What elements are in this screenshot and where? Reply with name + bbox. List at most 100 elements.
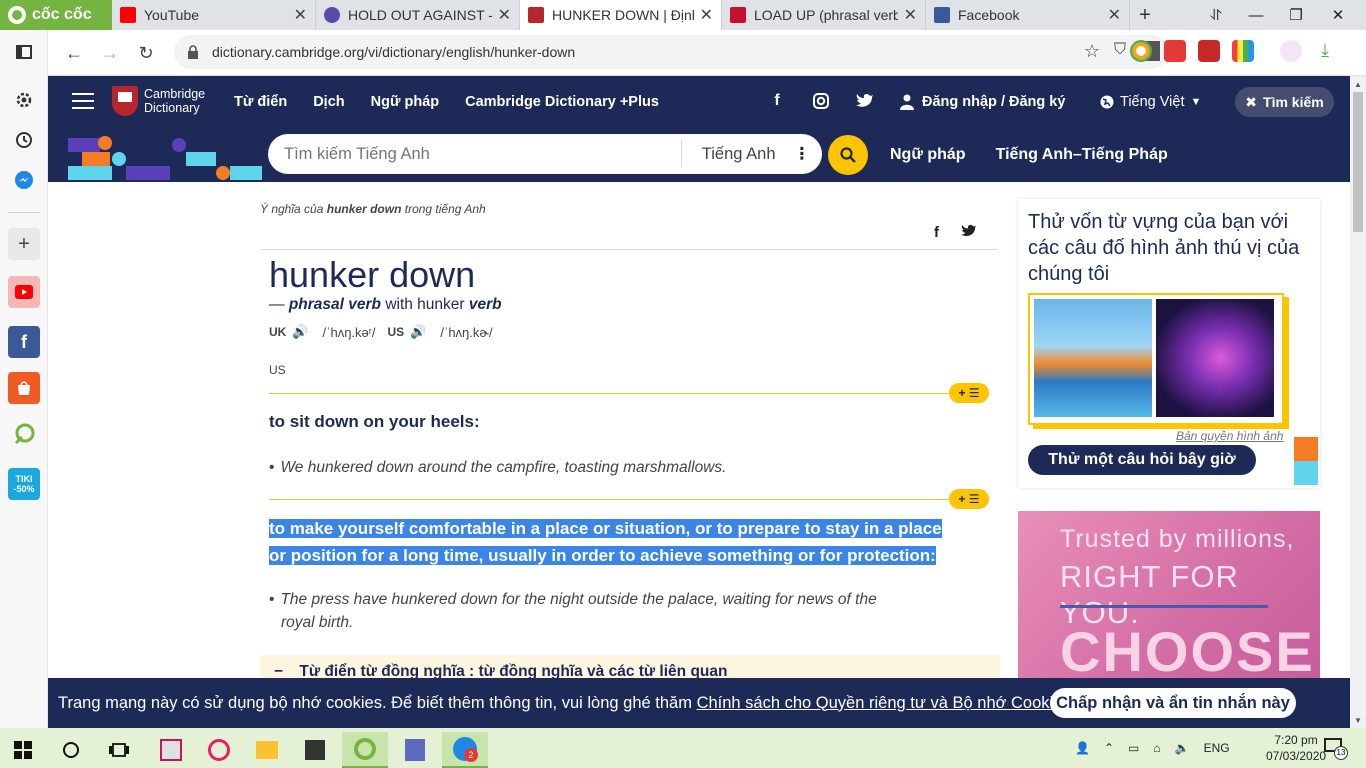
zalo-icon[interactable]: 2: [442, 732, 488, 768]
coccoc-taskbar-icon[interactable]: [342, 732, 388, 768]
close-icon[interactable]: ✕: [700, 5, 713, 25]
facebook-share-icon[interactable]: f: [934, 224, 939, 242]
sticky-notes-icon[interactable]: [292, 732, 338, 768]
close-icon[interactable]: ✕: [1108, 5, 1121, 25]
back-icon[interactable]: ←: [56, 35, 92, 71]
accept-cookies-button[interactable]: Chấp nhận và ẩn tin nhắn này: [1050, 688, 1296, 718]
instagram-icon[interactable]: [812, 92, 830, 110]
scroll-up-icon[interactable]: ▲: [1350, 76, 1366, 92]
header-search-label: Tìm kiếm: [1263, 94, 1324, 110]
close-icon[interactable]: ✕: [904, 5, 917, 25]
privacy-policy-link[interactable]: Chính sách cho Quyền riêng tư và Bộ nhớ …: [697, 694, 1071, 713]
facebook-icon[interactable]: f: [768, 92, 786, 110]
input-language[interactable]: ENG: [1204, 741, 1230, 755]
pos-label-2[interactable]: verb: [469, 296, 502, 313]
twitter-share-icon[interactable]: [961, 224, 977, 242]
twitter-icon[interactable]: [856, 92, 874, 110]
add-panel-icon[interactable]: +: [8, 228, 40, 260]
close-window-icon[interactable]: ✕: [1318, 0, 1358, 30]
volume-icon[interactable]: 🔈: [1175, 741, 1190, 755]
app-icon-3[interactable]: [392, 732, 438, 768]
minimize-icon[interactable]: —: [1236, 0, 1276, 30]
sub-link-grammar[interactable]: Ngữ pháp: [890, 146, 966, 164]
new-tab-button[interactable]: +: [1130, 0, 1160, 30]
speaker-uk-icon[interactable]: 🔊: [292, 324, 308, 340]
search-button[interactable]: [828, 135, 868, 175]
browser-brand[interactable]: cốc cốc: [0, 0, 112, 30]
sense-divider: [269, 393, 989, 394]
tab-load-up[interactable]: LOAD UP (phrasal verb) ✕: [722, 0, 926, 30]
tab-facebook[interactable]: Facebook ✕: [926, 0, 1130, 30]
palette-ext-icon[interactable]: [1232, 40, 1254, 62]
sidebar-divider: [8, 212, 40, 213]
people-icon[interactable]: 👤: [1075, 741, 1090, 755]
nav-dictionary[interactable]: Từ điển: [234, 94, 287, 110]
youtube-panel-icon[interactable]: [8, 276, 40, 308]
messenger-icon[interactable]: [8, 164, 40, 196]
close-icon[interactable]: ✕: [294, 5, 307, 25]
chevron-up-icon[interactable]: ⌃: [1104, 741, 1114, 755]
settings-icon[interactable]: [8, 84, 40, 116]
forward-icon[interactable]: →: [92, 35, 128, 71]
language-select[interactable]: Tiếng Việt ▼: [1100, 76, 1201, 128]
sidebar-toggle-icon[interactable]: [8, 36, 40, 68]
scroll-down-icon[interactable]: ▼: [1350, 712, 1366, 728]
login-link[interactable]: Đăng nhập / Đăng ký: [900, 76, 1065, 128]
download-arrow-icon[interactable]: ⤓: [1314, 40, 1336, 62]
search-icon: [840, 147, 856, 163]
action-center-icon[interactable]: 13: [1324, 738, 1348, 760]
tiki-panel-icon[interactable]: TIKI -50%: [8, 468, 40, 500]
nav-translate[interactable]: Dịch: [313, 94, 344, 110]
quiz-images[interactable]: [1028, 293, 1284, 425]
logo-line1: Cambridge: [144, 87, 206, 101]
uk-label: UK: [269, 325, 287, 339]
tab-youtube[interactable]: YouTube ✕: [112, 0, 316, 30]
search-language-select[interactable]: Tiếng Anh ⋮: [682, 144, 822, 164]
pos-label[interactable]: phrasal verb: [289, 296, 381, 313]
network-icon[interactable]: ⌂: [1153, 741, 1160, 755]
battery-icon[interactable]: ▭: [1128, 741, 1139, 755]
coccoc-panel-icon[interactable]: [8, 418, 40, 450]
tab-hold-out-against[interactable]: HOLD OUT AGAINST - Đ ✕: [316, 0, 520, 30]
adblock-icon[interactable]: [1198, 40, 1220, 62]
shield-icon[interactable]: ⛉: [1114, 41, 1126, 62]
search-taskbar-icon[interactable]: [48, 732, 94, 768]
file-explorer-icon[interactable]: [244, 732, 290, 768]
maximize-icon[interactable]: ❐: [1276, 0, 1316, 30]
tab-hunker-down[interactable]: HUNKER DOWN | Định ✕: [520, 0, 722, 30]
chrome-ext-icon[interactable]: [1130, 40, 1152, 62]
app-icon-1[interactable]: [148, 732, 194, 768]
facebook-panel-icon[interactable]: f: [8, 326, 40, 358]
sub-link-english-french[interactable]: Tiếng Anh–Tiếng Pháp: [996, 146, 1168, 164]
add-to-list-button[interactable]: + ☰: [949, 489, 989, 509]
nav-grammar[interactable]: Ngữ pháp: [371, 94, 440, 110]
scroll-thumb[interactable]: [1353, 92, 1363, 232]
star-icon[interactable]: ☆: [1084, 41, 1100, 62]
speaker-us-icon[interactable]: 🔊: [410, 324, 426, 340]
add-to-list-button[interactable]: + ☰: [949, 383, 989, 403]
definition-2-line-1: to make yourself comfortable in a place …: [269, 519, 942, 538]
new-badge-icon[interactable]: [1164, 40, 1186, 62]
reload-icon[interactable]: ↻: [128, 35, 164, 71]
app-icon-2[interactable]: [196, 732, 242, 768]
menu-icon[interactable]: [72, 93, 94, 111]
image-credit-link[interactable]: Bản quyền hình ảnh: [1176, 429, 1283, 443]
windows-start-icon[interactable]: [0, 732, 46, 768]
shopee-panel-icon[interactable]: [8, 372, 40, 404]
header-search-button[interactable]: ✖ Tìm kiếm: [1235, 87, 1334, 117]
history-icon[interactable]: [8, 124, 40, 156]
tab-search-icon[interactable]: ⥯: [1196, 0, 1236, 30]
ad-divider: [1060, 605, 1268, 608]
page-scrollbar[interactable]: ▲ ▼: [1350, 76, 1366, 728]
avatar[interactable]: [1280, 40, 1302, 62]
search-input[interactable]: [268, 134, 681, 174]
close-icon[interactable]: ✕: [498, 5, 511, 25]
quiz-button[interactable]: Thử một câu hỏi bây giờ: [1028, 445, 1256, 475]
url-field[interactable]: dictionary.cambridge.org/vi/dictionary/e…: [174, 35, 1168, 69]
address-bar: ← → ↻ dictionary.cambridge.org/vi/dictio…: [48, 30, 1366, 76]
nav-plus[interactable]: Cambridge Dictionary +Plus: [465, 94, 659, 110]
task-view-icon[interactable]: [96, 732, 142, 768]
sense-divider: [269, 499, 989, 500]
clock[interactable]: 7:20 pm 07/03/2020: [1266, 732, 1326, 764]
cambridge-logo[interactable]: Cambridge Dictionary: [112, 86, 205, 116]
